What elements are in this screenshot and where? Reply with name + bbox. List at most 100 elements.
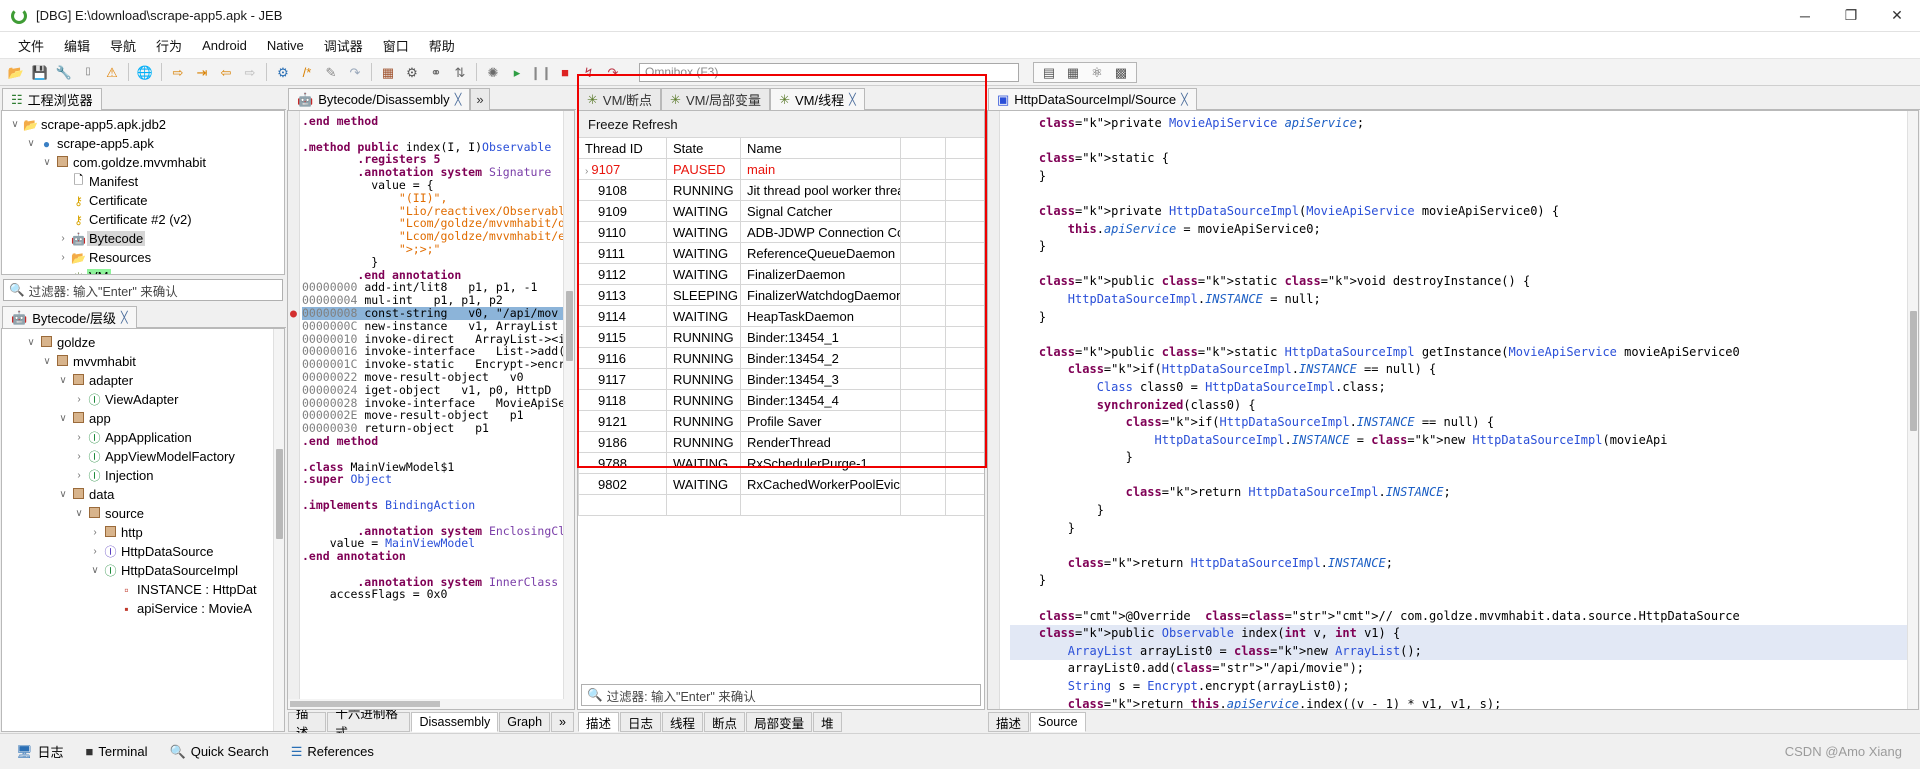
menu-native[interactable]: Native [257,35,314,56]
twisty-icon[interactable]: ∨ [24,138,38,149]
hierarchy-tree-item[interactable]: ∨ data [2,485,284,504]
scroll-thumb[interactable] [1910,311,1917,431]
menu-debugger[interactable]: 调试器 [314,33,373,58]
close-icon[interactable]: ╳ [849,93,856,106]
layout1-icon[interactable]: ▤ [1038,61,1060,83]
hierarchy-tree-item[interactable]: ∨ source [2,504,284,523]
table-row[interactable]: 9108RUNNINGJit thread pool worker thread… [578,179,984,201]
close-icon[interactable]: ╳ [1181,93,1188,106]
tab-vm-0[interactable]: ✳ VM/断点 [578,88,662,110]
goto-icon[interactable]: ⇨ [167,61,189,83]
statusbar-tab-log[interactable]: 🖥 日志 [6,739,74,764]
source-bottom-tab[interactable]: 描述 [988,712,1030,732]
twisty-icon[interactable]: › [88,546,102,557]
twisty-icon[interactable]: ∨ [56,413,70,424]
twisty-icon[interactable]: ∨ [24,337,38,348]
run-icon[interactable]: ▸ [506,61,528,83]
statusbar-tab-quick-search[interactable]: 🔍 Quick Search [160,741,279,763]
tab-bytecode-hierarchy[interactable]: 🤖 Bytecode/层级 ╳ [2,306,137,328]
twisty-icon[interactable]: › [72,470,86,481]
bytecode-instruction-row[interactable]: 00000030 return-object p1 [302,422,574,435]
copy-icon[interactable]: ▯ [77,61,99,83]
wrench-icon[interactable]: 🔧 [53,61,75,83]
hierarchy-tree-item[interactable]: › Ⓘ HttpDataSource [2,542,284,561]
menu-navigate[interactable]: 导航 [100,33,146,58]
project-tree-item[interactable]: ∨ ● scrape-app5.apk [2,134,284,153]
tab-overflow[interactable]: » [470,88,490,110]
scroll-thumb[interactable] [290,701,440,707]
twisty-icon[interactable]: › [88,527,102,538]
table-row[interactable]: › 9107 PAUSED main [578,158,984,180]
vm-bottom-tab[interactable]: 断点 [704,712,746,732]
vm-bottom-tab[interactable]: 日志 [620,712,662,732]
bytecode-gutter[interactable] [288,111,300,709]
hierarchy-tree-item[interactable]: ∨ app [2,409,284,428]
table-row[interactable]: 9114 WAITING HeapTaskDaemon [578,305,984,327]
bytecode-vscrollbar[interactable] [563,111,574,709]
source-code-view[interactable]: class="k">private MovieApiService apiSer… [988,111,1918,709]
threads-table[interactable]: Thread ID State Name › 9107 PAUSED main 9108 RU… [578,137,984,516]
table-row[interactable]: 9116 RUNNING Binder:13454_2 [578,347,984,369]
open-icon[interactable]: 📂 [5,61,27,83]
sort-icon[interactable]: ⇅ [449,61,471,83]
bytecode-bottom-tab[interactable]: 描述 [288,707,327,740]
table-column-header[interactable]: State [666,137,741,159]
hierarchy-tree-item[interactable]: ∨ adapter [2,371,284,390]
project-filter-input[interactable]: 🔍 过滤器: 输入"Enter" 来确认 [3,279,283,301]
graph-icon[interactable]: ⚙ [401,61,423,83]
hierarchy-tree-item[interactable]: ∨ mvvmhabit [2,352,284,371]
table-column-header[interactable]: Name [740,137,901,159]
nodes-icon[interactable]: ⚭ [425,61,447,83]
table-row[interactable]: 9121 RUNNING Profile Saver [578,410,984,432]
source-vscrollbar[interactable] [1907,111,1918,709]
hierarchy-tree-item[interactable]: ▪ apiService : MovieA [2,599,284,618]
bytecode-bottom-tab[interactable]: Disassembly [411,712,499,732]
twisty-icon[interactable]: › [72,432,86,443]
twisty-icon[interactable]: ∨ [40,157,54,168]
vm-bottom-tab[interactable]: 线程 [662,712,704,732]
bytecode-code-view[interactable]: .end method .method public index(I, I)Ob… [288,111,574,601]
table-row[interactable]: 9117 RUNNING Binder:13454_3 [578,368,984,390]
twisty-icon[interactable]: › [56,252,70,263]
hierarchy-tree-item[interactable]: › Ⓘ Injection [2,466,284,485]
hierarchy-vscrollbar[interactable] [273,329,284,731]
goto-doc-icon[interactable]: ⇥ [191,61,213,83]
project-tree-item[interactable]: ⚷ Certificate #2 (v2) [2,210,284,229]
vm-bottom-tab[interactable]: 描述 [578,712,620,732]
layout2-icon[interactable]: ▦ [1062,61,1084,83]
stop-icon[interactable]: ■ [554,61,576,83]
twisty-icon[interactable]: ∨ [8,119,22,130]
menu-action[interactable]: 行为 [146,33,192,58]
twisty-icon[interactable]: ∨ [56,375,70,386]
save-icon[interactable]: 💾 [29,61,51,83]
table-row[interactable]: 9802WAITINGRxCachedWorkerPoolEvictor-1 [578,473,984,495]
forward-icon[interactable]: ⇨ [239,61,261,83]
close-button[interactable]: ✕ [1874,0,1920,32]
project-tree-item[interactable]: › 🤖 Bytecode [2,229,284,248]
bytecode-bottom-tab-overflow[interactable]: » [551,712,574,732]
pause-icon[interactable]: ❙❙ [530,61,552,83]
comment-icon[interactable]: /* [296,61,318,83]
layout4-icon[interactable]: ▩ [1110,61,1132,83]
twisty-icon[interactable]: › [72,451,86,462]
tab-project-explorer[interactable]: ☷ 工程浏览器 [2,88,102,110]
table-column-header[interactable] [900,137,946,159]
maximize-button[interactable]: ❐ [1828,0,1874,32]
hierarchy-tree-item[interactable]: ∨ goldze [2,333,284,352]
omnibox-input[interactable]: Omnibox (F3) ... [639,62,1019,82]
globe-icon[interactable]: 🌐 [134,61,156,83]
table-row[interactable]: 9118 RUNNING Binder:13454_4 [578,389,984,411]
menu-edit[interactable]: 编辑 [54,33,100,58]
edit-icon[interactable]: ✎ [320,61,342,83]
freeze-refresh-button[interactable]: Freeze Refresh [578,111,984,137]
hierarchy-tree-item[interactable]: › Ⓘ AppApplication [2,428,284,447]
twisty-icon[interactable]: › [72,394,86,405]
stepinto-icon[interactable]: ↯ [578,61,600,83]
project-tree-item[interactable]: › 📂 Resources [2,248,284,267]
search-class-icon[interactable]: ⚙ [272,61,294,83]
tab-vm-2[interactable]: ✳ VM/线程 ╳ [770,88,865,110]
tab-source[interactable]: ▣ HttpDataSourceImpl/Source ╳ [988,88,1197,110]
hierarchy-tree-item[interactable]: ▫ INSTANCE : HttpDat [2,580,284,599]
table-row[interactable]: 9111 WAITING ReferenceQueueDaemon [578,242,984,264]
twisty-icon[interactable]: › [56,233,70,244]
